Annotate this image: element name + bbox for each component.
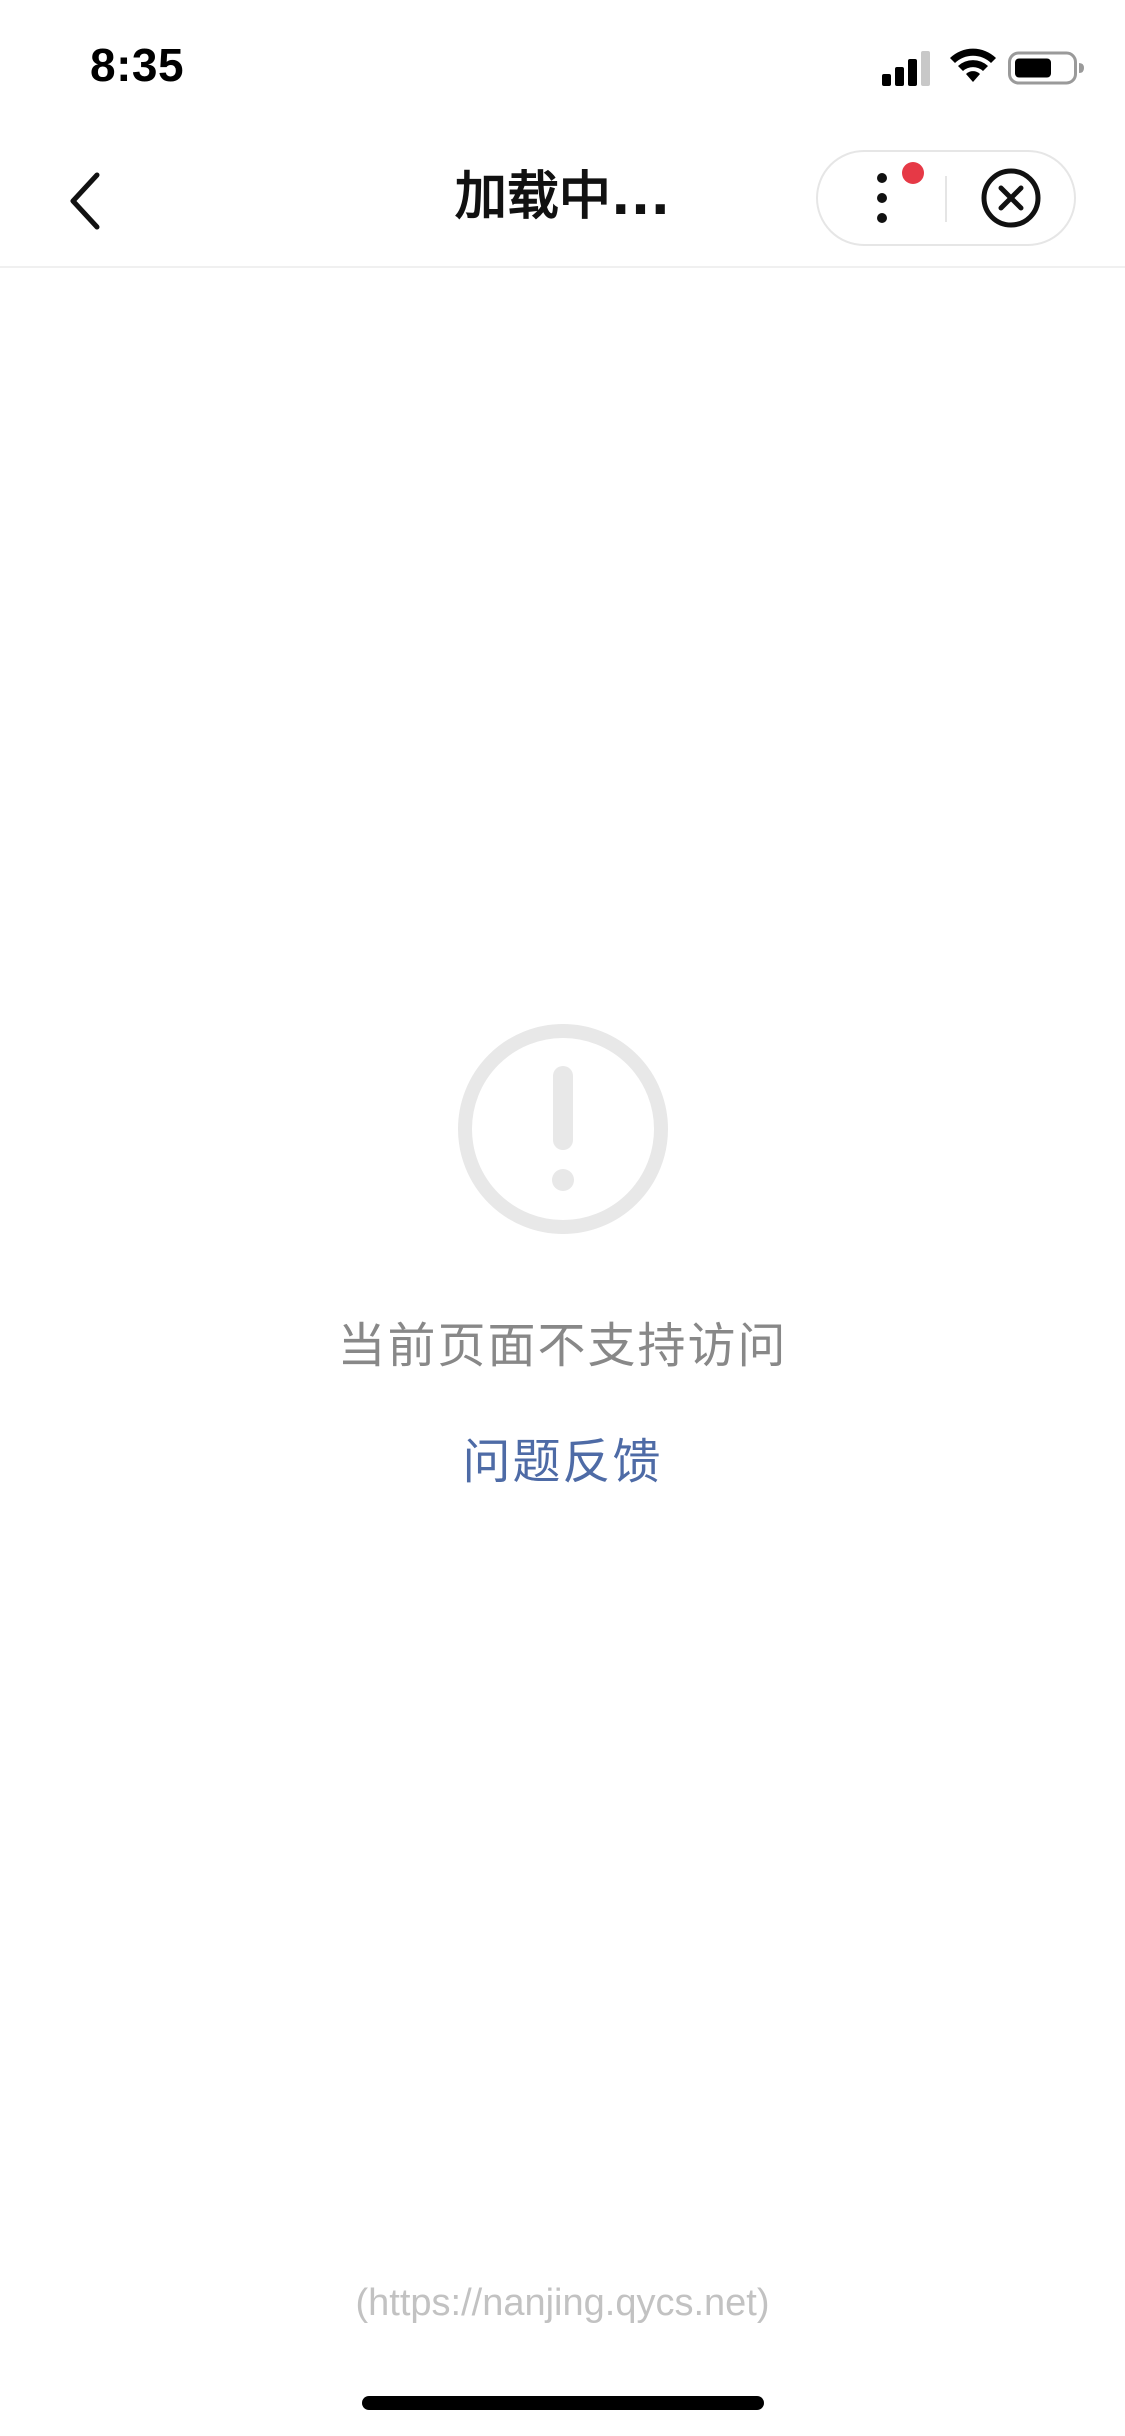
status-time: 8:35 [90,39,185,91]
back-button[interactable] [40,156,130,246]
more-button[interactable] [818,152,945,244]
error-message: 当前页面不支持访问 [337,1318,788,1374]
mini-program-capsule [816,150,1076,246]
notification-dot [902,162,924,184]
wifi-icon [950,48,996,82]
error-container: 当前页面不支持访问 问题反馈 [0,1020,1125,1492]
cellular-signal-icon [882,51,930,86]
chevron-left-icon [70,172,100,230]
close-button[interactable] [947,152,1074,244]
battery-icon [1008,51,1084,85]
home-indicator[interactable] [362,2396,764,2410]
close-circle-icon [981,168,1040,228]
status-bar: 8:35 [0,0,1125,132]
navigation-bar: 加载中... [0,132,1125,268]
more-vertical-icon [876,173,887,223]
page-url: (https://nanjing.qycs.net) [355,2282,770,2324]
exclamation-circle-icon [457,1024,668,1234]
feedback-link[interactable]: 问题反馈 [462,1432,662,1492]
